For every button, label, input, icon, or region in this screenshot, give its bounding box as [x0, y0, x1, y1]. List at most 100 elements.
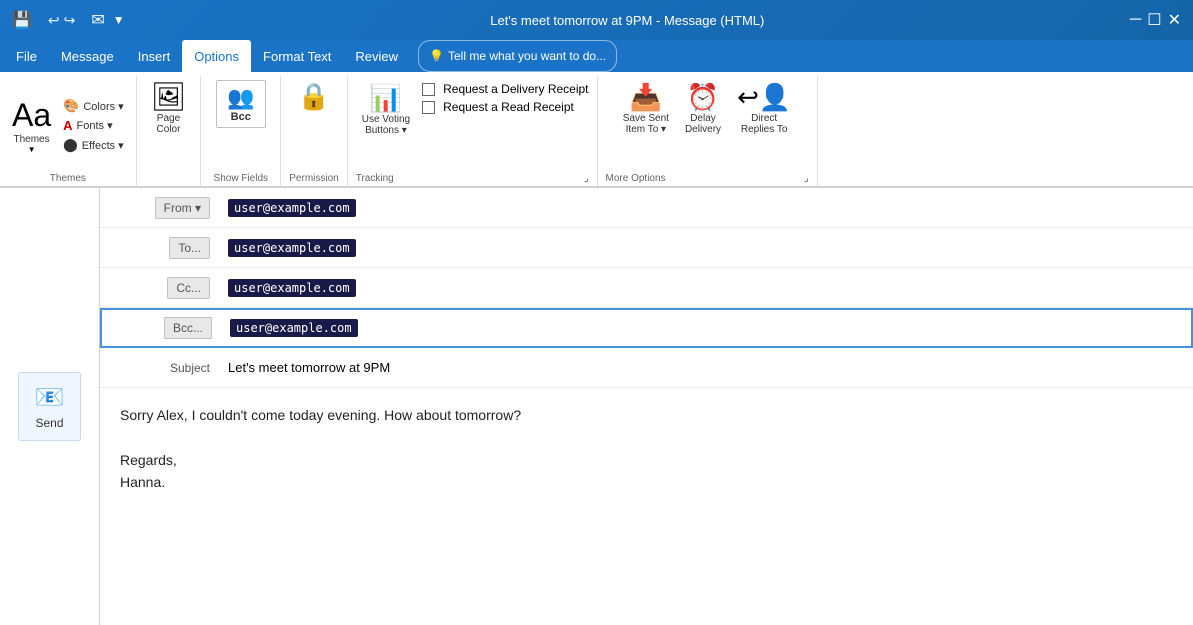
voting-label: Use VotingButtons ▾ [362, 114, 410, 136]
effects-label: Effects ▾ [82, 139, 124, 152]
show-fields-group-label: Show Fields [214, 171, 268, 186]
from-row: From ▾ user@example.com [100, 188, 1193, 228]
direct-replies-button[interactable]: ↩👤 DirectReplies To [731, 80, 797, 137]
window-title: Let's meet tomorrow at 9PM - Message (HT… [125, 13, 1130, 28]
menu-file[interactable]: File [4, 40, 49, 72]
restore-icon[interactable]: ☐ [1147, 10, 1161, 30]
to-value[interactable]: user@example.com [228, 239, 356, 257]
read-receipt-label: Request a Read Receipt [443, 100, 574, 114]
bcc-label-cell: Bcc... [102, 317, 222, 339]
to-label: To... [178, 241, 201, 255]
send-receive-icon[interactable]: ✉ [91, 10, 104, 30]
subject-input[interactable] [220, 354, 1193, 381]
undo-redo: ↩ ↪ [48, 12, 75, 29]
body-line-1: Sorry Alex, I couldn't come today evenin… [120, 404, 1173, 426]
send-label: Send [35, 416, 63, 430]
to-value-cell: user@example.com [220, 235, 1193, 261]
themes-icon: Aa [12, 97, 51, 134]
dropdown-arrow[interactable]: ▼ [113, 13, 125, 27]
ribbon-group-show-fields: 👥 Bcc Show Fields [201, 76, 281, 186]
close-icon[interactable]: ✕ [1168, 10, 1181, 30]
ribbon-group-permission: 🔒 Permission [281, 76, 347, 186]
colors-button[interactable]: 🎨 Colors ▾ [59, 96, 128, 116]
tracking-dialog-launcher[interactable]: ⌟ [584, 173, 589, 184]
more-options-dialog-launcher[interactable]: ⌟ [804, 173, 809, 184]
themes-dropdown-arrow: ▼ [28, 145, 36, 154]
bcc-label: Bcc [231, 111, 251, 123]
effects-button[interactable]: ⬤ Effects ▾ [59, 135, 128, 155]
body-line-4: Hanna. [120, 471, 1173, 493]
permission-button[interactable]: 🔒 [292, 80, 336, 112]
compose-wrapper: 📧 Send From ▾ user@example.com [0, 187, 1193, 625]
cc-value-cell: user@example.com [220, 275, 1193, 301]
voting-icon: 📊 [370, 83, 402, 114]
body-text: Sorry Alex, I couldn't come today evenin… [120, 404, 1173, 494]
undo-icon[interactable]: ↩ [48, 12, 60, 29]
cc-value[interactable]: user@example.com [228, 279, 356, 297]
save-icon[interactable]: 💾 [12, 10, 32, 30]
more-options-items: 📥 Save SentItem To ▾ ⏰ DelayDelivery ↩👤 … [617, 80, 797, 171]
fonts-button[interactable]: A Fonts ▾ [59, 116, 128, 135]
bcc-value[interactable]: user@example.com [230, 319, 358, 337]
ribbon-group-page-color: 🖼 PageColor [137, 76, 202, 186]
minimize-icon[interactable]: ─ [1130, 11, 1141, 29]
themes-group-label: Themes [50, 171, 86, 186]
permission-icon: 🔒 [298, 83, 330, 109]
permission-group-label: Permission [289, 171, 338, 186]
delivery-receipt-row: Request a Delivery Receipt [422, 82, 588, 96]
bcc-row: Bcc... user@example.com [100, 308, 1193, 348]
colors-icon: 🎨 [63, 98, 79, 114]
direct-replies-icon: ↩👤 [737, 82, 791, 113]
read-receipt-checkbox[interactable] [422, 101, 435, 114]
body-area[interactable]: Sorry Alex, I couldn't come today evenin… [100, 388, 1193, 510]
to-label-cell: To... [100, 237, 220, 259]
tell-me-text: Tell me what you want to do... [448, 49, 606, 63]
delivery-receipt-label: Request a Delivery Receipt [443, 82, 588, 96]
save-sent-label: Save SentItem To ▾ [623, 113, 669, 135]
body-line-2 [120, 426, 1173, 448]
page-color-label: PageColor [157, 113, 181, 135]
cc-button[interactable]: Cc... [167, 277, 210, 299]
delivery-receipt-checkbox[interactable] [422, 83, 435, 96]
menu-review[interactable]: Review [343, 40, 410, 72]
use-voting-button[interactable]: 📊 Use VotingButtons ▾ [356, 80, 416, 139]
from-value[interactable]: user@example.com [228, 199, 356, 217]
page-color-icon: 🖼 [151, 83, 187, 111]
menu-message[interactable]: Message [49, 40, 126, 72]
to-button[interactable]: To... [169, 237, 210, 259]
send-button[interactable]: 📧 Send [18, 372, 82, 441]
body-line-3: Regards, [120, 449, 1173, 471]
bcc-value-cell: user@example.com [222, 315, 1191, 341]
themes-button[interactable]: Aa Themes ▼ [8, 95, 55, 156]
from-label: From ▾ [164, 201, 201, 215]
save-sent-button[interactable]: 📥 Save SentItem To ▾ [617, 80, 675, 137]
bcc-button[interactable]: 👥 Bcc [216, 80, 266, 128]
tell-me-input[interactable]: 💡 Tell me what you want to do... [418, 40, 617, 72]
bcc-field-label: Bcc... [173, 321, 203, 335]
send-icon: 📧 [35, 383, 65, 412]
delay-delivery-label: DelayDelivery [685, 113, 721, 135]
delay-delivery-button[interactable]: ⏰ DelayDelivery [679, 80, 727, 137]
bcc-icon: 👥 [227, 85, 254, 111]
send-panel: 📧 Send [0, 188, 100, 625]
to-row: To... user@example.com [100, 228, 1193, 268]
fonts-icon: A [63, 118, 72, 133]
themes-subitems: 🎨 Colors ▾ A Fonts ▾ ⬤ Effects ▾ [59, 96, 128, 155]
from-button[interactable]: From ▾ [155, 197, 210, 219]
tracking-checkboxes: Request a Delivery Receipt Request a Rea… [422, 80, 588, 116]
bcc-field-button[interactable]: Bcc... [164, 317, 212, 339]
menu-options[interactable]: Options [182, 40, 251, 72]
read-receipt-row: Request a Read Receipt [422, 100, 588, 114]
cc-row: Cc... user@example.com [100, 268, 1193, 308]
more-options-group-label: More Options [606, 171, 666, 186]
redo-icon[interactable]: ↪ [64, 12, 76, 29]
menu-format-text[interactable]: Format Text [251, 40, 343, 72]
title-bar: 💾 ↩ ↪ ✉ ▼ Let's meet tomorrow at 9PM - M… [0, 0, 1193, 40]
ribbon-group-themes: Aa Themes ▼ 🎨 Colors ▾ A Fonts ▾ ⬤ [0, 76, 137, 186]
themes-label: Themes [14, 134, 50, 145]
page-color-button[interactable]: 🖼 PageColor [145, 80, 193, 138]
lightbulb-icon: 💡 [429, 49, 444, 63]
ribbon: Aa Themes ▼ 🎨 Colors ▾ A Fonts ▾ ⬤ [0, 72, 1193, 187]
ribbon-group-more-options: 📥 Save SentItem To ▾ ⏰ DelayDelivery ↩👤 … [598, 76, 818, 186]
menu-insert[interactable]: Insert [126, 40, 183, 72]
